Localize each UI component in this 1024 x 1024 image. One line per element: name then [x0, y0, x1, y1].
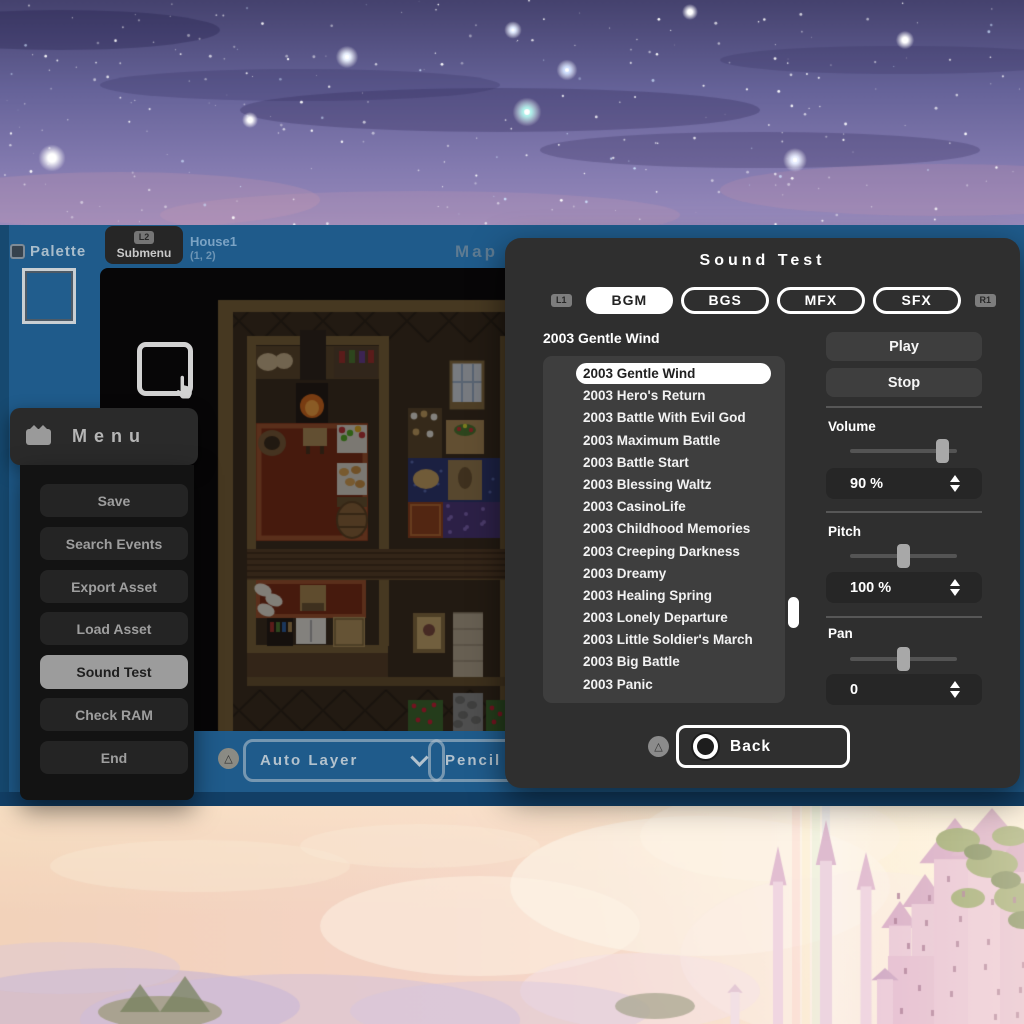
- volume-spinner[interactable]: 90 %: [826, 468, 982, 499]
- spinner-arrows-icon[interactable]: [950, 579, 960, 596]
- triangle-button-icon: [648, 736, 669, 757]
- dialog-title: Sound Test: [505, 252, 1020, 270]
- sound-test-dialog: Sound Test L1 BGM BGS MFX SFX R1 2003 Gentl…: [505, 238, 1020, 788]
- l2-badge-icon: L2: [134, 231, 155, 244]
- touchpad-icon: [26, 429, 51, 445]
- track-item[interactable]: 2003 Panic: [543, 674, 785, 696]
- menu-item-export-asset[interactable]: Export Asset: [40, 570, 188, 603]
- tab-bgm[interactable]: BGM: [586, 287, 674, 314]
- sound-category-tabs: L1 BGM BGS MFX SFX R1: [551, 286, 996, 314]
- menu-item-load-asset[interactable]: Load Asset: [40, 612, 188, 645]
- tool-dropdown-value: Pencil: [445, 752, 501, 769]
- track-item[interactable]: 2003 Lonely Departure: [543, 607, 785, 629]
- now-playing-label: 2003 Gentle Wind: [543, 330, 660, 346]
- map-tab-coords: (1, 2): [190, 250, 237, 263]
- palette-tile-preview[interactable]: [22, 268, 76, 324]
- volume-value: 90 %: [850, 476, 950, 492]
- stop-button[interactable]: Stop: [826, 368, 982, 397]
- hand-pointer-icon: [172, 373, 198, 399]
- track-item[interactable]: 2003 CasinoLife: [543, 496, 785, 518]
- spinner-arrows-icon[interactable]: [950, 681, 960, 698]
- pan-spinner[interactable]: 0: [826, 674, 982, 705]
- pitch-slider-thumb[interactable]: [897, 544, 910, 568]
- submenu-label: Submenu: [117, 246, 172, 260]
- volume-slider[interactable]: [850, 439, 957, 463]
- menu-header: Menu: [10, 408, 198, 465]
- map-tab-name: House1: [190, 234, 237, 250]
- map-tab-house1[interactable]: House1 (1, 2): [190, 234, 237, 263]
- palette-header: Palette: [10, 243, 86, 260]
- spinner-arrows-icon[interactable]: [950, 475, 960, 492]
- pan-slider-thumb[interactable]: [897, 647, 910, 671]
- track-item[interactable]: 2003 Maximum Battle: [543, 430, 785, 452]
- triangle-button-icon: [218, 748, 239, 769]
- track-item[interactable]: 2003 Blessing Waltz: [543, 474, 785, 496]
- track-item[interactable]: 2003 Creeping Darkness: [543, 541, 785, 563]
- track-item[interactable]: 2003 Little Soldier's March: [543, 629, 785, 651]
- pan-slider[interactable]: [850, 647, 957, 671]
- track-item[interactable]: 2003 Dreamy: [543, 563, 785, 585]
- tab-mfx[interactable]: MFX: [777, 287, 865, 314]
- menu-item-save[interactable]: Save: [40, 484, 188, 517]
- pitch-value: 100 %: [850, 580, 950, 596]
- touchpad-button-icon: [10, 244, 25, 259]
- menu-panel: Menu Save Search Events Export Asset Load A…: [10, 408, 198, 800]
- track-item[interactable]: 2003 Battle Start: [543, 452, 785, 474]
- back-button[interactable]: Back: [676, 725, 850, 768]
- palette-label: Palette: [30, 243, 86, 260]
- tab-sfx[interactable]: SFX: [873, 287, 961, 314]
- l1-badge-icon: L1: [551, 294, 572, 307]
- back-label: Back: [730, 738, 771, 756]
- menu-item-sound-test[interactable]: Sound Test: [40, 655, 188, 689]
- submenu-tab[interactable]: L2 Submenu: [105, 226, 183, 264]
- editor-left-strip: [0, 225, 9, 806]
- pan-value: 0: [850, 682, 950, 698]
- menu-item-end[interactable]: End: [40, 741, 188, 774]
- pitch-slider[interactable]: [850, 544, 957, 568]
- volume-slider-thumb[interactable]: [936, 439, 949, 463]
- pan-label: Pan: [828, 626, 853, 641]
- menu-item-check-ram[interactable]: Check RAM: [40, 698, 188, 731]
- volume-label: Volume: [828, 419, 876, 434]
- divider: [826, 406, 982, 408]
- menu-body: Save Search Events Export Asset Load Asset S…: [20, 465, 194, 800]
- divider: [826, 511, 982, 513]
- play-button[interactable]: Play: [826, 332, 982, 361]
- tab-bgs[interactable]: BGS: [681, 287, 769, 314]
- divider: [826, 616, 982, 618]
- menu-title: Menu: [51, 426, 168, 447]
- castle-sunset-background: [0, 806, 1024, 1024]
- r1-badge-icon: R1: [975, 294, 997, 307]
- layer-dropdown[interactable]: Auto Layer: [243, 739, 445, 782]
- track-item[interactable]: 2003 Big Battle: [543, 651, 785, 673]
- starry-sky-background: [0, 0, 1024, 225]
- editor-title: Map: [455, 242, 498, 262]
- circle-button-icon: [693, 734, 718, 759]
- track-item[interactable]: 2003 Gentle Wind: [576, 363, 771, 384]
- track-item[interactable]: 2003 Healing Spring: [543, 585, 785, 607]
- track-item[interactable]: 2003 Childhood Memories: [543, 518, 785, 540]
- track-list[interactable]: 2003 Gentle Wind2003 Hero's Return2003 B…: [543, 356, 785, 703]
- track-item[interactable]: 2003 Battle With Evil God: [543, 407, 785, 429]
- menu-item-search-events[interactable]: Search Events: [40, 527, 188, 560]
- track-item[interactable]: 2003 Hero's Return: [543, 385, 785, 407]
- chevron-down-icon: [410, 748, 428, 766]
- layer-dropdown-value: Auto Layer: [260, 752, 358, 769]
- pitch-spinner[interactable]: 100 %: [826, 572, 982, 603]
- scrollbar-thumb[interactable]: [788, 597, 799, 628]
- screen: Palette L2 Submenu House1 (1, 2) Map Aut…: [0, 0, 1024, 1024]
- pitch-label: Pitch: [828, 524, 861, 539]
